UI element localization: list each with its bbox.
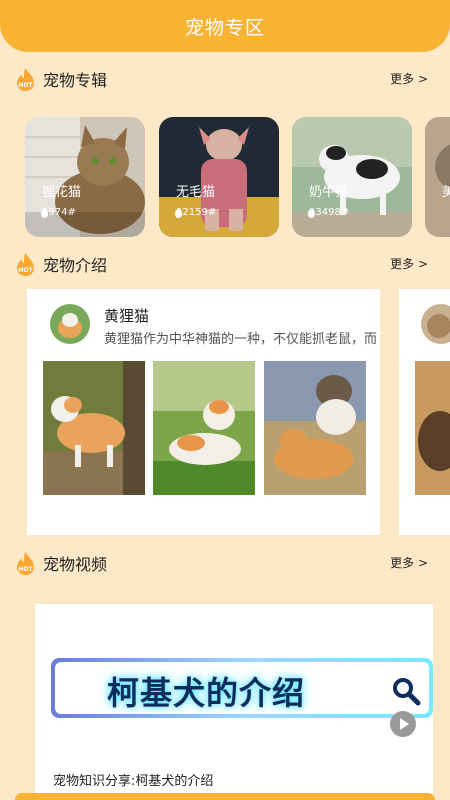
play-icon[interactable] xyxy=(390,711,416,737)
intro-card-partial[interactable] xyxy=(399,289,450,535)
intro-card-yellow-tabby[interactable]: 黄狸猫 黄狸猫作为中华神猫的一种，不仅能抓老鼠，而 xyxy=(27,289,380,535)
video-card[interactable]: 柯基犬的介绍 宠物知识分享:柯基犬的介绍 xyxy=(35,604,433,800)
album-image-cow-cat xyxy=(292,117,412,237)
more-intro-link[interactable]: 更多 > xyxy=(390,255,428,272)
album-count: #974# xyxy=(40,207,76,218)
avatar xyxy=(50,304,90,344)
album-image-tabby xyxy=(25,117,145,237)
hot-flame-icon: HOT xyxy=(17,68,34,91)
album-name: 美 xyxy=(442,185,450,200)
flame-icon xyxy=(41,207,48,218)
photo-1[interactable] xyxy=(43,361,145,495)
album-card-partial[interactable]: 美 xyxy=(425,117,450,237)
app-header: 宠物专区 xyxy=(0,0,450,52)
photo-3[interactable] xyxy=(264,361,366,495)
video-caption: 宠物知识分享:柯基犬的介绍 xyxy=(53,774,214,789)
album-name: 无毛猫 xyxy=(176,185,216,200)
avatar xyxy=(421,304,450,344)
svg-text:HOT: HOT xyxy=(18,82,33,89)
card-title: 黄狸猫 xyxy=(104,307,150,325)
svg-text:HOT: HOT xyxy=(18,267,33,274)
svg-text:HOT: HOT xyxy=(18,566,33,573)
hot-flame-icon: HOT xyxy=(17,253,34,276)
photo-partial[interactable] xyxy=(415,361,450,495)
section-title-videos: 宠物视频 xyxy=(43,555,108,574)
album-card-sphynx[interactable]: 无毛猫 #2159# xyxy=(159,117,279,237)
section-title-albums: 宠物专辑 xyxy=(43,71,108,90)
flame-icon xyxy=(308,207,315,218)
section-title-intro: 宠物介绍 xyxy=(43,256,108,275)
section-header-intro: HOT 宠物介绍 更多 > xyxy=(0,249,450,279)
flame-icon xyxy=(175,207,182,218)
album-image-sphynx xyxy=(159,117,279,237)
bottom-bar xyxy=(15,793,435,800)
album-name: 奶牛猫 xyxy=(309,185,349,200)
album-count: #2159# xyxy=(174,207,216,218)
video-banner-text: 柯基犬的介绍 xyxy=(107,674,306,712)
hot-flame-icon: HOT xyxy=(17,552,34,575)
more-videos-link[interactable]: 更多 > xyxy=(390,554,428,571)
page-title: 宠物专区 xyxy=(184,16,265,39)
album-name: 狸花猫 xyxy=(42,185,82,200)
photo-2[interactable] xyxy=(153,361,255,495)
album-carousel[interactable]: 狸花猫 #974# 无毛猫 #2159# 奶牛猫 #3498# 美 xyxy=(25,117,450,237)
card-description: 黄狸猫作为中华神猫的一种，不仅能抓老鼠，而 xyxy=(104,332,378,347)
album-card-cow-cat[interactable]: 奶牛猫 #3498# xyxy=(292,117,412,237)
album-image-partial xyxy=(425,117,450,237)
search-icon[interactable] xyxy=(391,676,421,706)
section-header-videos: HOT 宠物视频 更多 > xyxy=(0,548,450,578)
album-card-tabby[interactable]: 狸花猫 #974# xyxy=(25,117,145,237)
section-header-albums: HOT 宠物专辑 更多 > xyxy=(0,64,450,94)
album-count: #3498# xyxy=(307,207,349,218)
more-albums-link[interactable]: 更多 > xyxy=(390,70,428,87)
